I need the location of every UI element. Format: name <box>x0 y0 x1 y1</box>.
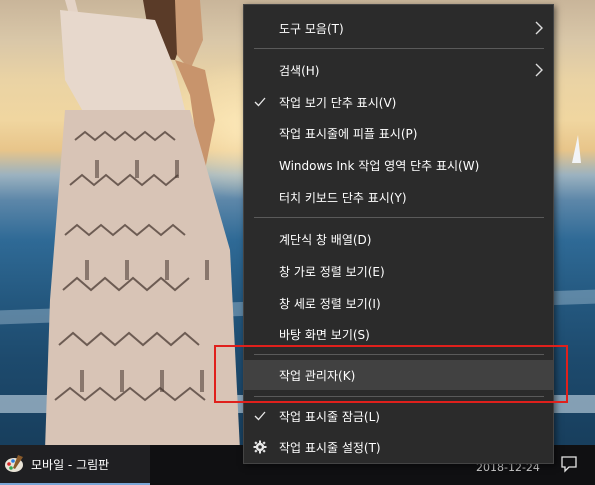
menu-item-label: 검색(H) <box>279 63 320 78</box>
menu-item-lock-taskbar[interactable]: 작업 표시줄 잠금(L) <box>244 401 553 431</box>
menu-item-label: 창 세로 정렬 보기(I) <box>279 296 381 311</box>
menu-item-label: 작업 표시줄에 피플 표시(P) <box>279 126 418 141</box>
gear-icon <box>253 440 267 454</box>
menu-item-label: 작업 표시줄 설정(T) <box>279 440 381 455</box>
taskbar-app-paint[interactable]: 모바일 - 그림판 <box>0 445 150 485</box>
menu-item-toolbars[interactable]: 도구 모음(T) <box>244 13 553 43</box>
chevron-right-icon <box>534 21 544 35</box>
menu-item-label: 계단식 창 배열(D) <box>279 232 372 247</box>
menu-item-touch-keyboard[interactable]: 터치 키보드 단추 표시(Y) <box>244 182 553 212</box>
menu-item-label: 도구 모음(T) <box>279 21 344 36</box>
action-center-icon[interactable] <box>560 455 578 473</box>
menu-item-windows-ink[interactable]: Windows Ink 작업 영역 단추 표시(W) <box>244 150 553 180</box>
menu-item-show-stacked[interactable]: 창 가로 정렬 보기(E) <box>244 256 553 286</box>
menu-separator <box>254 48 544 49</box>
menu-item-cascade-windows[interactable]: 계단식 창 배열(D) <box>244 224 553 254</box>
sailboat <box>572 135 581 163</box>
menu-item-label: 터치 키보드 단추 표시(Y) <box>279 190 407 205</box>
menu-item-search[interactable]: 검색(H) <box>244 55 553 85</box>
menu-item-show-people[interactable]: 작업 표시줄에 피플 표시(P) <box>244 118 553 148</box>
checkmark-icon <box>253 95 267 109</box>
menu-item-label: 바탕 화면 보기(S) <box>279 327 370 342</box>
paint-palette-icon <box>3 453 25 475</box>
menu-item-label: 작업 보기 단추 표시(V) <box>279 95 397 110</box>
annotation-highlight-box <box>214 345 568 403</box>
menu-item-taskbar-settings[interactable]: 작업 표시줄 설정(T) <box>244 432 553 462</box>
menu-item-label: 창 가로 정렬 보기(E) <box>279 264 385 279</box>
chevron-right-icon <box>534 63 544 77</box>
menu-separator <box>254 217 544 218</box>
checkmark-icon <box>253 409 267 423</box>
menu-item-label: 작업 표시줄 잠금(L) <box>279 409 380 424</box>
taskbar-app-label: 모바일 - 그림판 <box>31 457 110 472</box>
desktop-screen: 모바일 - 그림판 2018-12-24 도구 모음(T) 검색(H) 작업 보… <box>0 0 595 485</box>
menu-item-label: Windows Ink 작업 영역 단추 표시(W) <box>279 158 480 173</box>
menu-item-show-side-by-side[interactable]: 창 세로 정렬 보기(I) <box>244 288 553 318</box>
menu-item-task-view-button[interactable]: 작업 보기 단추 표시(V) <box>244 87 553 117</box>
